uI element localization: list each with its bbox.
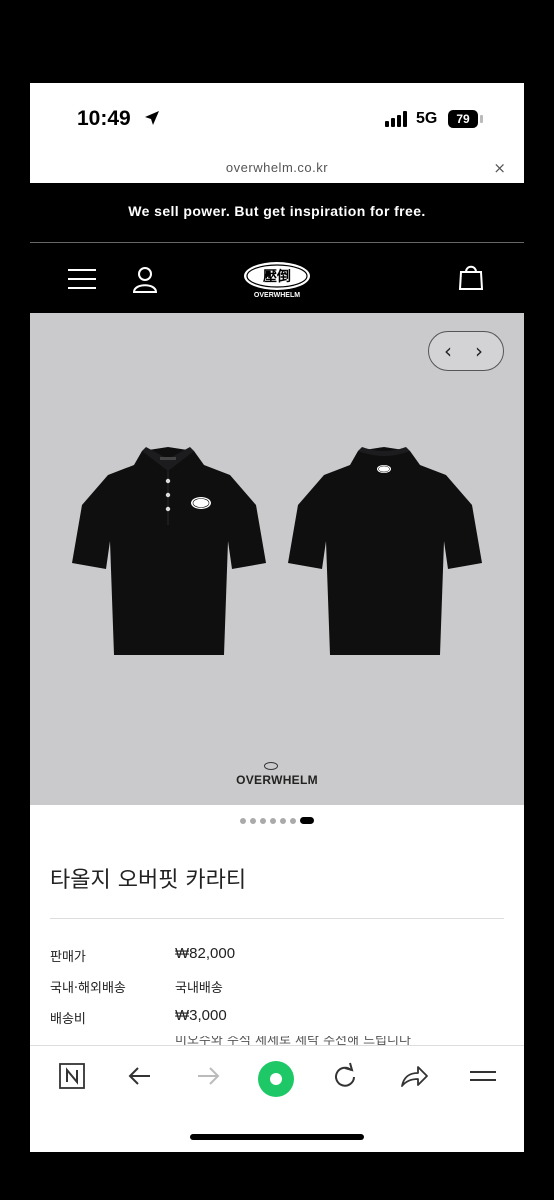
product-image-gallery[interactable]: ‹ › OVERWHELM <box>30 313 524 805</box>
brand-wordmark: OVERWHELM <box>236 773 318 787</box>
polo-shirt-front-image <box>72 447 266 655</box>
status-bar: 10:49 5G 79 <box>30 83 524 153</box>
back-arrow-icon[interactable] <box>126 1062 154 1090</box>
shipping-fee-label: 배송비 <box>50 1012 86 1027</box>
pagination-dot[interactable] <box>280 817 286 824</box>
pagination-dot[interactable] <box>260 817 266 824</box>
pagination-dot[interactable] <box>250 817 256 824</box>
naver-green-dot-icon[interactable] <box>256 1059 296 1099</box>
chevron-left-icon[interactable]: ‹ <box>444 339 452 363</box>
svg-text:OVERWHELM: OVERWHELM <box>254 292 300 299</box>
home-indicator[interactable] <box>190 1134 364 1140</box>
browser-toolbar <box>30 1045 524 1113</box>
price-label: 판매가 <box>50 950 86 965</box>
hamburger-menu-icon[interactable] <box>68 269 96 296</box>
network-type: 5G <box>416 110 438 127</box>
url-text[interactable]: overwhelm.co.kr <box>30 160 524 175</box>
price-value: ₩82,000 <box>175 945 236 962</box>
close-icon[interactable]: × <box>493 159 506 177</box>
battery-icon: 79 <box>448 110 478 128</box>
user-icon[interactable] <box>132 265 158 293</box>
shipping-type-value: 국내배송 <box>175 981 223 996</box>
share-icon[interactable] <box>398 1062 430 1092</box>
shipping-type-label: 국내·해외배송 <box>50 981 126 996</box>
product-title: 타올지 오버핏 카라티 <box>50 868 247 893</box>
reload-icon[interactable] <box>330 1062 360 1092</box>
signal-icon <box>385 111 407 127</box>
overwhelm-logo-icon[interactable]: 壓倒 OVERWHELM <box>242 260 312 300</box>
battery-tip <box>480 115 483 123</box>
chevron-right-icon[interactable]: › <box>475 339 483 363</box>
gallery-pagination[interactable] <box>30 817 524 824</box>
pagination-dot-active[interactable] <box>300 817 314 824</box>
pagination-dot[interactable] <box>240 817 246 824</box>
shipping-fee-value: ₩3,000 <box>175 1007 227 1024</box>
menu-icon[interactable] <box>468 1062 498 1090</box>
shopping-bag-icon[interactable] <box>458 263 484 291</box>
polo-shirt-back-image <box>288 447 482 655</box>
promo-banner: We sell power. But get inspiration for f… <box>30 183 524 243</box>
divider <box>50 918 504 919</box>
gallery-nav-control[interactable]: ‹ › <box>428 331 504 371</box>
pagination-dot[interactable] <box>290 817 296 824</box>
location-arrow-icon <box>145 111 159 125</box>
brand-logo-mark <box>264 762 278 770</box>
site-header: 壓倒 OVERWHELM <box>30 243 524 313</box>
forward-arrow-icon[interactable] <box>194 1062 222 1090</box>
banner-text: We sell power. But get inspiration for f… <box>128 203 426 219</box>
address-bar[interactable]: overwhelm.co.kr × <box>30 153 524 183</box>
svg-text:壓倒: 壓倒 <box>263 268 291 285</box>
pagination-dot[interactable] <box>270 817 276 824</box>
clock: 10:49 <box>77 107 131 130</box>
phone-screen: 10:49 5G 79 overwhelm.co.kr × We sell po… <box>30 83 524 1152</box>
naver-n-icon[interactable] <box>58 1062 86 1090</box>
